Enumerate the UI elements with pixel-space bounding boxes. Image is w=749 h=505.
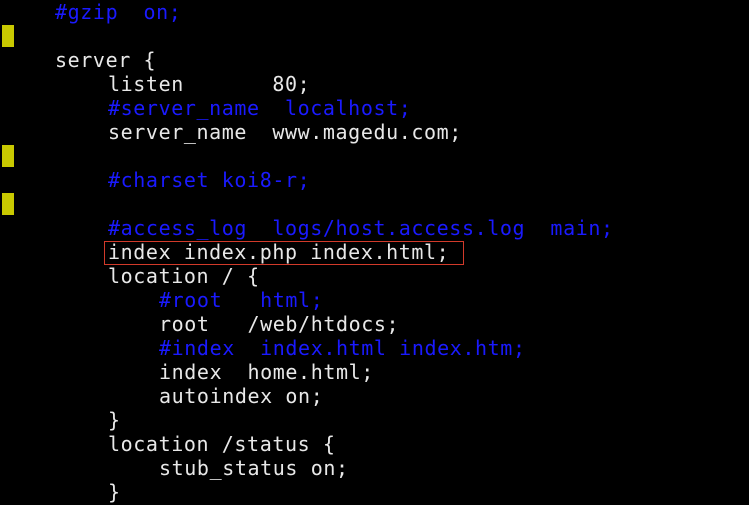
code-line: }	[108, 480, 121, 504]
code-line: server {	[55, 48, 157, 72]
terminal-editor[interactable]: #gzip on; server { listen 80; #server_na…	[0, 0, 749, 505]
code-line: stub_status on;	[159, 456, 349, 480]
code-line: server_name www.magedu.com;	[108, 120, 462, 144]
change-marker	[2, 25, 14, 47]
code-line: #index index.html index.htm;	[159, 336, 526, 360]
code-line: listen 80;	[108, 72, 311, 96]
code-line: }	[108, 408, 121, 432]
code-line: autoindex on;	[159, 384, 324, 408]
code-line: #server_name localhost;	[108, 96, 412, 120]
code-line: index home.html;	[159, 360, 374, 384]
code-line: location /status {	[108, 432, 336, 456]
change-marker	[2, 145, 14, 167]
code-line: #access_log logs/host.access.log main;	[108, 216, 614, 240]
code-line: location / {	[108, 264, 260, 288]
highlight-box	[104, 241, 464, 265]
code-line: #gzip on;	[55, 0, 182, 24]
code-line: #root html;	[159, 288, 324, 312]
code-line: root /web/htdocs;	[159, 312, 400, 336]
code-line: #charset koi8-r;	[108, 168, 311, 192]
change-marker	[2, 193, 14, 215]
